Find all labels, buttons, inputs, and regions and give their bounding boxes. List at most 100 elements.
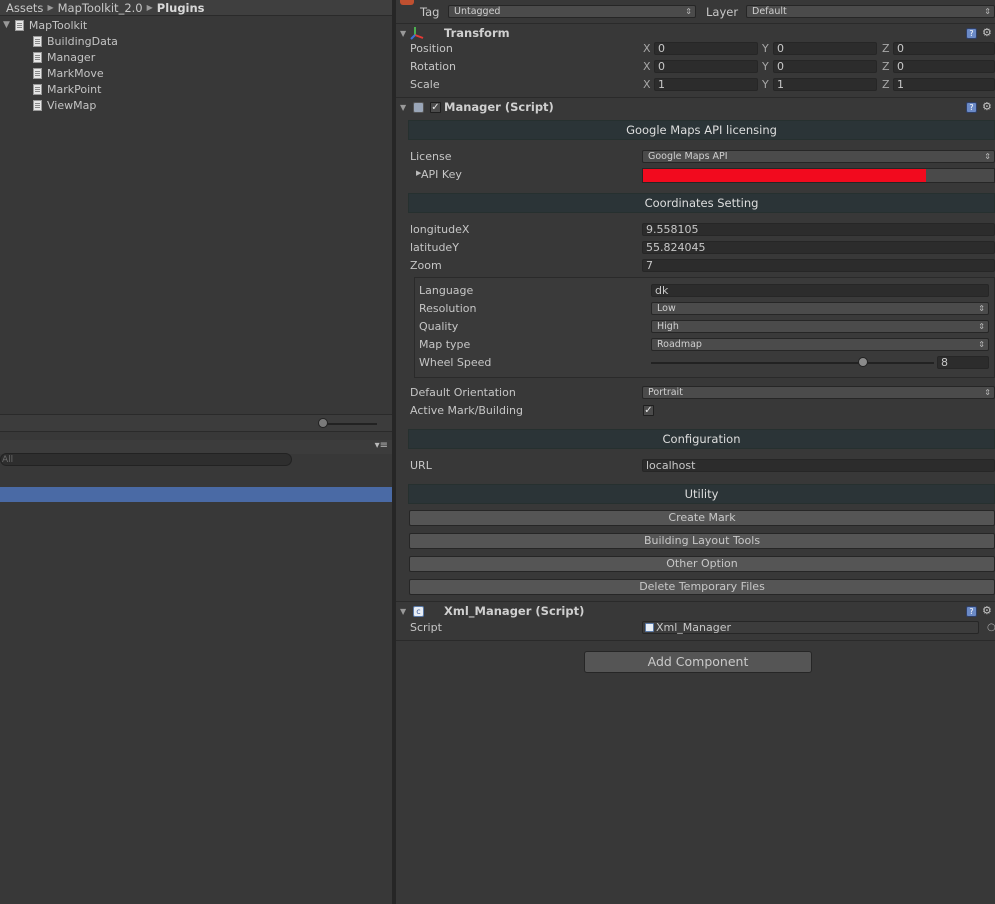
zoom-field[interactable]: 7: [642, 259, 995, 272]
breadcrumb-assets[interactable]: Assets: [6, 1, 43, 15]
language-label: Language: [419, 284, 474, 297]
licensing-section-header: Google Maps API licensing: [408, 120, 995, 140]
activemark-checkbox[interactable]: ✓: [643, 405, 654, 416]
orientation-label: Default Orientation: [410, 386, 516, 399]
script-file-icon: [14, 19, 24, 31]
icon-size-track[interactable]: [322, 423, 377, 425]
xml-manager-title: Xml_Manager (Script): [444, 604, 585, 618]
building-layout-tools-button[interactable]: Building Layout Tools: [409, 533, 995, 549]
axis-x-label[interactable]: X: [643, 78, 651, 91]
manager-enabled-checkbox[interactable]: ✓: [430, 102, 441, 113]
apikey-redacted-bar: [643, 169, 926, 182]
tree-root[interactable]: ▼ MapToolkit: [3, 17, 87, 33]
tree-item-label: MarkPoint: [47, 82, 102, 96]
layer-dropdown[interactable]: Default: [746, 5, 995, 18]
object-picker-icon[interactable]: ○: [987, 622, 995, 633]
breadcrumb-plugins[interactable]: Plugins: [157, 1, 205, 15]
project-panel: Assets ▶ MapToolkit_2.0 ▶ Plugins ▼ MapT…: [0, 0, 392, 904]
tree-item-buildingdata[interactable]: BuildingData: [33, 33, 118, 49]
position-z-field[interactable]: 0: [893, 42, 995, 55]
tree-item-viewmap[interactable]: ViewMap: [33, 97, 96, 113]
url-label: URL: [410, 459, 432, 472]
latitude-field[interactable]: 55.824045: [642, 241, 995, 254]
orientation-dropdown[interactable]: Portrait: [642, 386, 995, 399]
breadcrumb: Assets ▶ MapToolkit_2.0 ▶ Plugins: [0, 0, 392, 16]
tag-label: Tag: [420, 5, 440, 19]
apikey-field[interactable]: [642, 168, 995, 183]
position-y-field[interactable]: 0: [773, 42, 877, 55]
tree-item-markmove[interactable]: MarkMove: [33, 65, 104, 81]
rotation-y-field[interactable]: 0: [773, 60, 877, 73]
create-mark-button[interactable]: Create Mark: [409, 510, 995, 526]
axis-x-label[interactable]: X: [643, 60, 651, 73]
foldout-arrow-icon[interactable]: ▼: [400, 29, 406, 38]
license-dropdown[interactable]: Google Maps API: [642, 150, 995, 163]
axis-y-label[interactable]: Y: [762, 42, 769, 55]
tree-item-manager[interactable]: Manager: [33, 49, 95, 65]
script-file-icon: [33, 99, 42, 111]
gear-icon[interactable]: ⚙: [982, 26, 992, 39]
foldout-arrow-icon[interactable]: ▼: [400, 607, 406, 616]
expand-arrow-icon[interactable]: ▼: [3, 20, 10, 30]
maptype-dropdown[interactable]: Roadmap: [651, 338, 989, 351]
help-icon[interactable]: ?: [966, 28, 977, 39]
resolution-label: Resolution: [419, 302, 477, 315]
gear-icon[interactable]: ⚙: [982, 100, 992, 113]
panel-menu-icon[interactable]: ▾≡: [375, 440, 388, 451]
help-icon[interactable]: ?: [966, 606, 977, 617]
script-object-value: Xml_Manager: [656, 621, 732, 634]
breadcrumb-maptoolkit[interactable]: MapToolkit_2.0: [58, 1, 143, 15]
gear-icon[interactable]: ⚙: [982, 604, 992, 617]
csharp-script-icon: [645, 623, 654, 632]
script-label: Script: [410, 621, 442, 634]
scale-label: Scale: [410, 78, 440, 91]
scale-x-field[interactable]: 1: [654, 78, 758, 91]
manager-header[interactable]: ▼ ✓ Manager (Script) ? ⚙: [396, 97, 995, 116]
axis-z-label[interactable]: Z: [882, 78, 890, 91]
wheel-speed-slider-track[interactable]: [651, 362, 934, 364]
configuration-section-header: Configuration: [408, 429, 995, 449]
script-object-field[interactable]: Xml_Manager: [642, 621, 979, 634]
wheel-speed-field[interactable]: 8: [937, 356, 989, 369]
help-icon[interactable]: ?: [966, 102, 977, 113]
position-label: Position: [410, 42, 453, 55]
scale-z-field[interactable]: 1: [893, 78, 995, 91]
icon-size-slider-handle[interactable]: [318, 418, 328, 428]
tree-item-label: MarkMove: [47, 66, 104, 80]
scale-y-field[interactable]: 1: [773, 78, 877, 91]
xml-manager-header[interactable]: ▼ c Xml_Manager (Script) ? ⚙: [396, 601, 995, 620]
resolution-dropdown[interactable]: Low: [651, 302, 989, 315]
tree-item-label: Manager: [47, 50, 96, 64]
csharp-script-icon: c: [413, 606, 424, 617]
foldout-arrow-icon[interactable]: ▼: [400, 103, 406, 112]
other-option-button[interactable]: Other Option: [409, 556, 995, 572]
url-field[interactable]: localhost: [642, 459, 995, 472]
add-component-button[interactable]: Add Component: [584, 651, 812, 673]
search-input[interactable]: All: [0, 453, 292, 466]
script-file-icon: [33, 35, 42, 47]
axis-z-label[interactable]: Z: [882, 60, 890, 73]
transform-header[interactable]: ▼ Transform ? ⚙: [396, 23, 995, 42]
tree-item-markpoint[interactable]: MarkPoint: [33, 81, 101, 97]
delete-temporary-files-button[interactable]: Delete Temporary Files: [409, 579, 995, 595]
axis-y-label[interactable]: Y: [762, 60, 769, 73]
quality-dropdown[interactable]: High: [651, 320, 989, 333]
axis-z-label[interactable]: Z: [882, 42, 890, 55]
rotation-x-field[interactable]: 0: [654, 60, 758, 73]
tag-dropdown[interactable]: Untagged: [448, 5, 696, 18]
layer-label: Layer: [706, 5, 739, 19]
transform-axes-icon: [410, 26, 424, 40]
axis-y-label[interactable]: Y: [762, 78, 769, 91]
position-x-field[interactable]: 0: [654, 42, 758, 55]
longitude-field[interactable]: 9.558105: [642, 223, 995, 236]
selected-list-row[interactable]: [0, 487, 392, 502]
tree-root-label: MapToolkit: [28, 18, 88, 32]
axis-x-label[interactable]: X: [643, 42, 651, 55]
utility-section-header: Utility: [408, 484, 995, 504]
coordinates-section-header: Coordinates Setting: [408, 193, 995, 213]
script-file-icon: [33, 51, 42, 63]
transform-title: Transform: [444, 26, 510, 40]
rotation-z-field[interactable]: 0: [893, 60, 995, 73]
language-field[interactable]: dk: [651, 284, 989, 297]
second-panel-header: ▾≡: [0, 440, 392, 454]
